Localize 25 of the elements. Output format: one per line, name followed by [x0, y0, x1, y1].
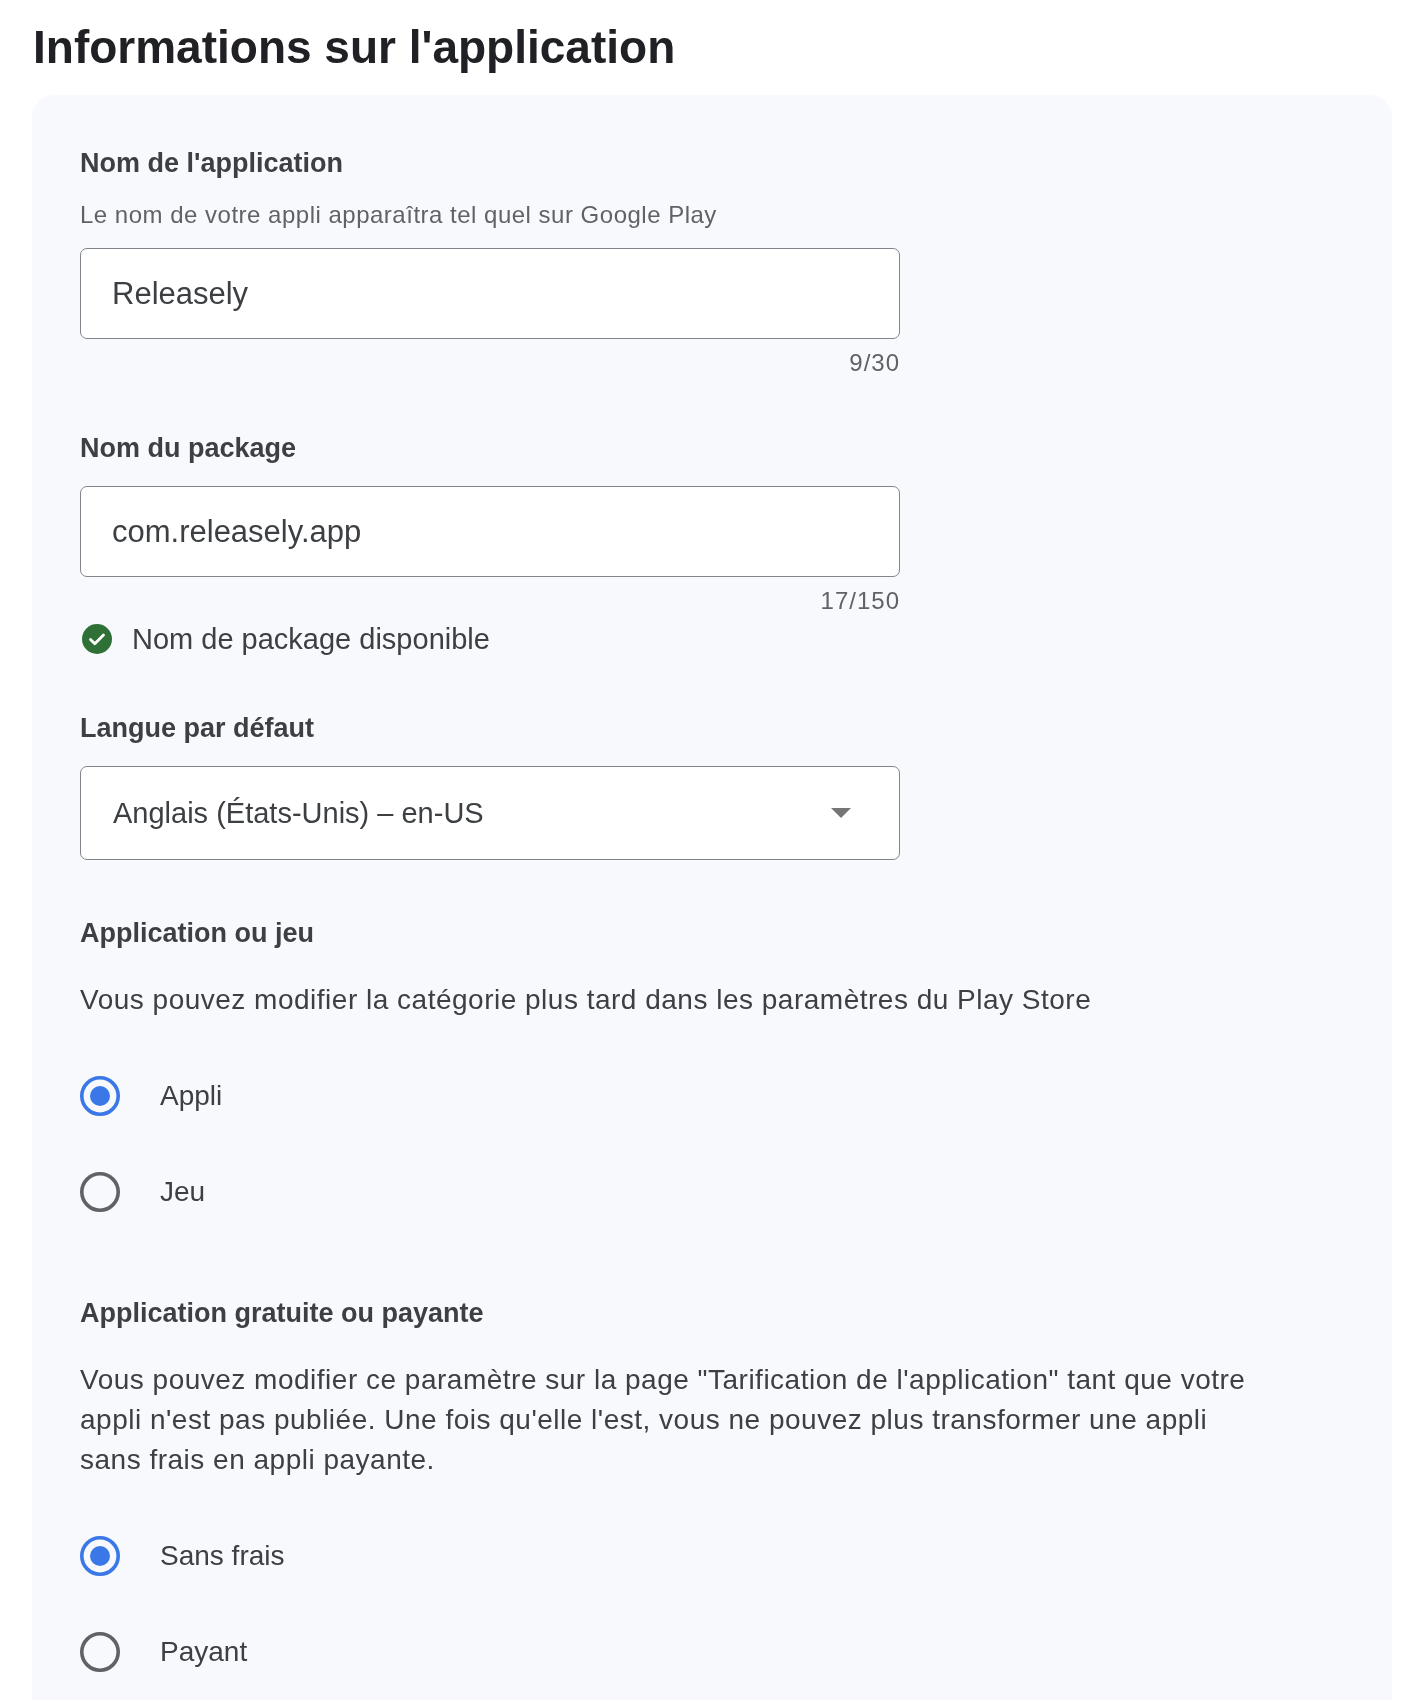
field-label: Nom du package — [80, 433, 297, 463]
language-dropdown[interactable]: Anglais (États-Unis) – en-US — [80, 766, 900, 860]
field-label: Langue par défaut — [80, 713, 315, 743]
field-label: Application gratuite ou payante — [80, 1298, 484, 1328]
radio-option[interactable]: Sans frais — [80, 1508, 285, 1604]
field-description: Vous pouvez modifier la catégorie plus tard dans les paramètres du Play Store — [80, 983, 1093, 1017]
character-counter: 9/30 — [849, 351, 900, 375]
caret-icon — [831, 808, 851, 818]
check-circle-icon — [82, 624, 112, 654]
status-message: Nom de package disponible — [132, 623, 490, 655]
field-label: Nom de l'application — [80, 148, 343, 178]
field-hint: Le nom de votre appli apparaîtra tel quel sur Google Play — [80, 200, 717, 230]
character-counter: 17/150 — [820, 589, 900, 613]
radio-empty-icon[interactable] — [80, 1172, 120, 1212]
radio-empty-icon[interactable] — [80, 1632, 120, 1672]
field-label: Application ou jeu — [80, 918, 314, 948]
radio-option[interactable]: Appli — [80, 1048, 223, 1144]
radio-option[interactable]: Payant — [80, 1604, 248, 1700]
text-input[interactable]: com.releasely.app — [80, 486, 900, 577]
text-input[interactable]: Releasely — [80, 248, 900, 339]
radio-selected-icon[interactable] — [80, 1076, 120, 1116]
page-title: Informations sur l'application — [33, 20, 676, 75]
radio-option[interactable]: Jeu — [80, 1144, 206, 1240]
field-description: Vous pouvez modifier ce paramètre sur la page "Tarification de l'application" tant que votre appli n'est pas publiée. Une fois qu'elle l'est, vous ne pouvez plus transformer une appli sans frais en appli payante. — [80, 1363, 1247, 1477]
radio-selected-icon[interactable] — [80, 1536, 120, 1576]
